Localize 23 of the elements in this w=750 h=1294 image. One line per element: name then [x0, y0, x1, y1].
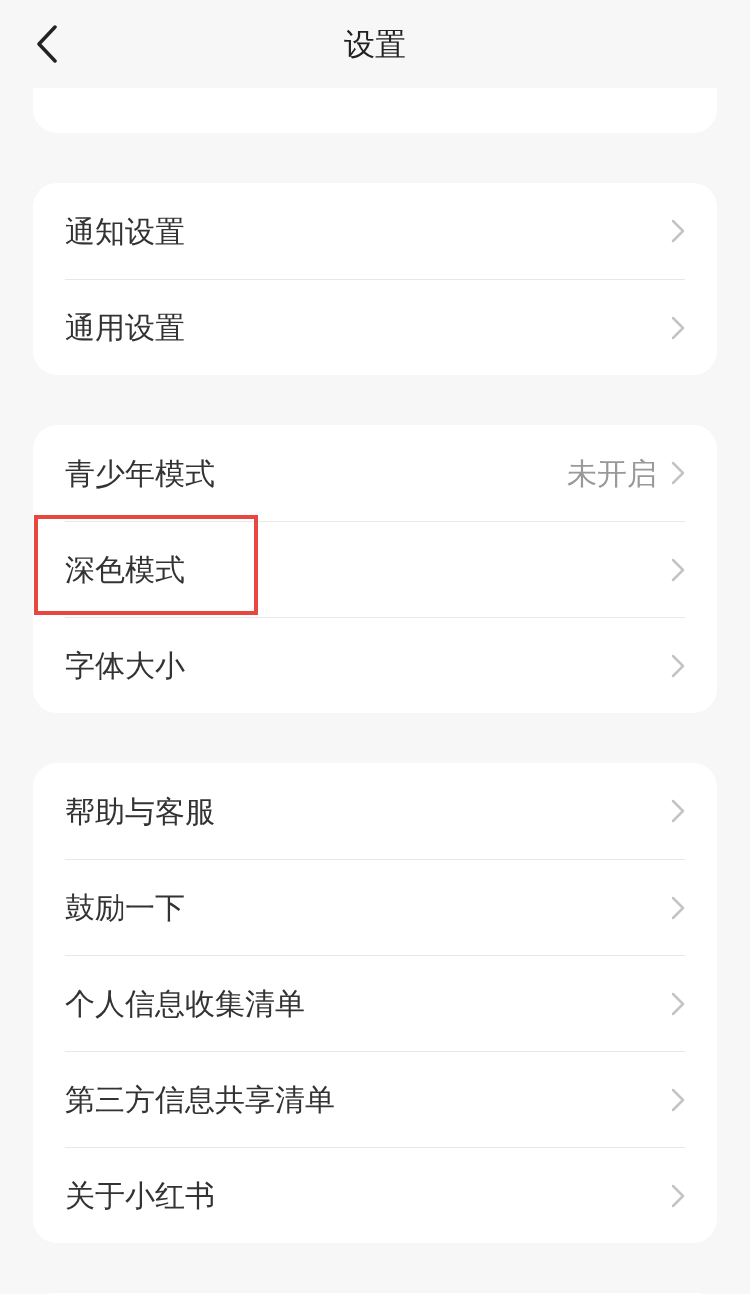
- chevron-icon: [671, 991, 685, 1016]
- chevron-icon: [671, 1087, 685, 1112]
- settings-item[interactable]: 通用设置: [65, 305, 185, 350]
- settings-item[interactable]: 字体大小: [65, 643, 185, 688]
- settings-item[interactable]: 第三方信息共享清单: [65, 1077, 335, 1122]
- chevron-icon: [671, 315, 685, 340]
- settings-item[interactable]: 关于小红书: [65, 1173, 215, 1218]
- settings-item[interactable]: 青少年模式: [65, 450, 215, 496]
- settings-item[interactable]: 帮助与客服: [65, 788, 215, 834]
- settings-item[interactable]: 个人信息收集清单: [65, 981, 305, 1026]
- chevron-icon: [671, 219, 685, 243]
- back-icon[interactable]: [36, 25, 58, 63]
- chevron-icon: [671, 461, 685, 485]
- chevron-icon: [671, 799, 685, 823]
- chevron-icon: [671, 653, 685, 678]
- chevron-icon: [671, 895, 685, 920]
- settings-item[interactable]: 鼓励一下: [65, 885, 185, 930]
- settings-item[interactable]: 通知设置: [65, 208, 185, 254]
- chevron-icon: [671, 557, 685, 582]
- chevron-icon: [671, 1183, 685, 1208]
- settings-item[interactable]: 深色模式: [65, 547, 185, 592]
- status-value: 未开启: [567, 454, 657, 493]
- page-title: 设置: [344, 25, 406, 64]
